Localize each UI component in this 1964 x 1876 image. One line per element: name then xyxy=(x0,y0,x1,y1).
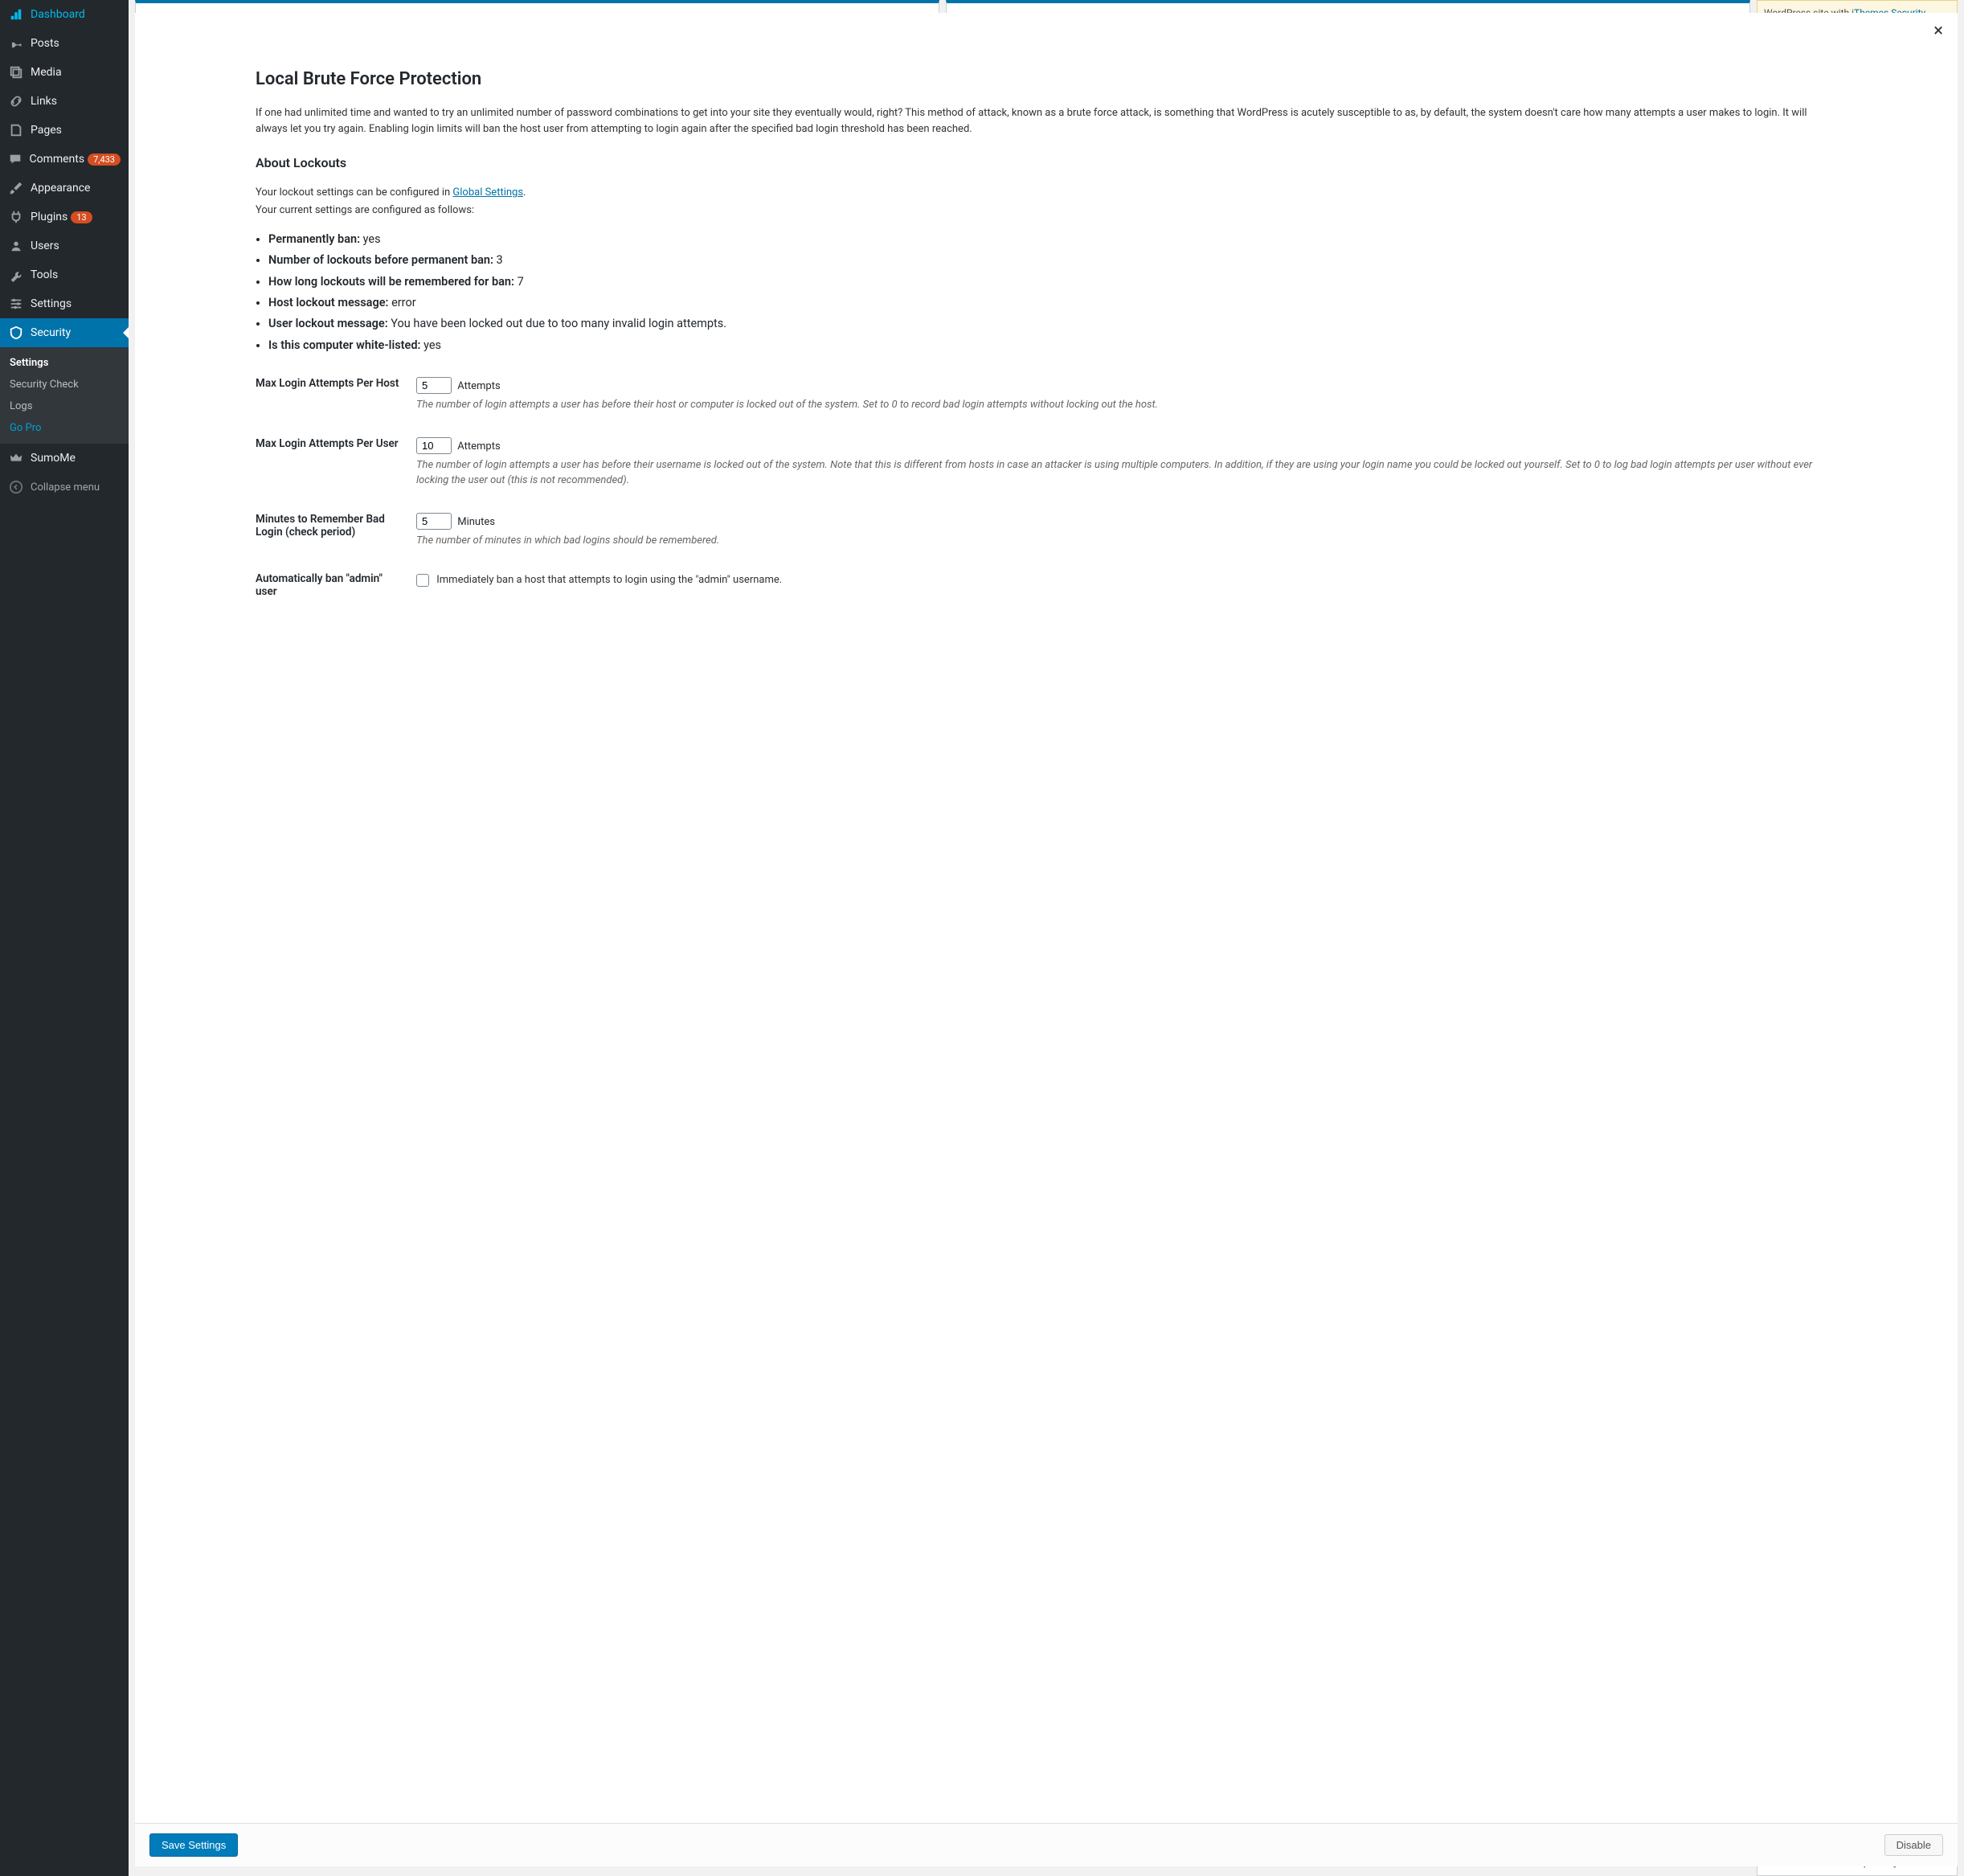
list-item: Host lockout message: error xyxy=(268,294,1829,312)
sidebar-item-label: Comments xyxy=(29,153,84,166)
lockout-summary-list: Permanently ban: yes Number of lockouts … xyxy=(268,231,1829,355)
collapse-icon xyxy=(8,479,24,495)
list-item: How long lockouts will be remembered for… xyxy=(268,273,1829,291)
modal-close-button[interactable]: × xyxy=(1927,18,1950,45)
list-item: Permanently ban: yes xyxy=(268,231,1829,248)
sidebar-item-label: Users xyxy=(31,240,59,252)
field-ban-admin: Automatically ban "admin" user Immediate… xyxy=(256,572,1829,598)
modal-intro: If one had unlimited time and wanted to … xyxy=(256,105,1829,137)
brush-icon xyxy=(8,180,24,196)
field-max-login-user: Max Login Attempts Per User Attempts The… xyxy=(256,437,1829,489)
field-help: The number of login attempts a user has … xyxy=(416,397,1829,413)
sidebar-item-label: Plugins xyxy=(31,211,68,223)
minutes-input[interactable] xyxy=(416,513,452,530)
sidebar-item-label: Settings xyxy=(31,297,72,310)
sidebar-item-dashboard[interactable]: Dashboard xyxy=(0,0,129,29)
admin-sidebar: Dashboard Posts Media Links Pages Commen… xyxy=(0,0,129,1876)
sidebar-item-label: Dashboard xyxy=(31,8,85,21)
field-help: The number of login attempts a user has … xyxy=(416,457,1829,489)
ban-admin-cb-label[interactable]: Immediately ban a host that attempts to … xyxy=(416,574,782,586)
modal-footer: Save Settings Disable xyxy=(135,1823,1958,1866)
sidebar-item-label: Links xyxy=(31,95,57,108)
comments-icon xyxy=(8,151,23,167)
disable-button[interactable]: Disable xyxy=(1884,1834,1943,1856)
users-icon xyxy=(8,238,24,254)
global-settings-link[interactable]: Global Settings xyxy=(452,186,523,199)
crown-icon xyxy=(8,450,24,466)
about-lockouts-heading: About Lockouts xyxy=(256,155,1829,170)
field-label: Minutes to Remember Bad Login (check per… xyxy=(256,513,416,549)
ban-admin-checkbox[interactable] xyxy=(416,574,429,587)
dashboard-icon xyxy=(8,6,24,23)
sidebar-item-label: Tools xyxy=(31,268,58,281)
sidebar-item-media[interactable]: Media xyxy=(0,58,129,87)
close-icon: × xyxy=(1933,21,1943,41)
sidebar-item-label: Posts xyxy=(31,37,59,50)
sidebar-item-users[interactable]: Users xyxy=(0,231,129,260)
unit-label: Attempts xyxy=(457,440,500,453)
submenu-logs[interactable]: Logs xyxy=(0,395,129,417)
field-minutes-remember: Minutes to Remember Bad Login (check per… xyxy=(256,513,1829,549)
list-item: Number of lockouts before permanent ban:… xyxy=(268,252,1829,269)
collapse-menu-button[interactable]: Collapse menu xyxy=(0,473,129,502)
sidebar-item-links[interactable]: Links xyxy=(0,87,129,116)
plug-icon xyxy=(8,209,24,225)
sidebar-item-plugins[interactable]: Plugins 13 xyxy=(0,203,129,231)
plugins-count-badge: 13 xyxy=(71,211,92,223)
about-line-2: Your current settings are configured as … xyxy=(256,203,1829,219)
content-area: Security Check Global Settings WordPress… xyxy=(129,0,1964,1876)
settings-modal: × Local Brute Force Protection If one ha… xyxy=(135,13,1958,1866)
sidebar-item-label: SumoMe xyxy=(31,452,76,465)
modal-body: Local Brute Force Protection If one had … xyxy=(135,13,1958,1823)
field-label: Automatically ban "admin" user xyxy=(256,572,416,598)
sidebar-item-pages[interactable]: Pages xyxy=(0,116,129,145)
sidebar-item-label: Appearance xyxy=(31,182,90,195)
submenu-security-check[interactable]: Security Check xyxy=(0,374,129,395)
modal-title: Local Brute Force Protection xyxy=(256,69,1829,89)
sidebar-item-tools[interactable]: Tools xyxy=(0,260,129,289)
field-label: Max Login Attempts Per Host xyxy=(256,377,416,413)
unit-label: Minutes xyxy=(457,516,495,528)
security-submenu: Settings Security Check Logs Go Pro xyxy=(0,347,129,444)
wrench-icon xyxy=(8,267,24,283)
sidebar-item-settings[interactable]: Settings xyxy=(0,289,129,318)
checkbox-text: Immediately ban a host that attempts to … xyxy=(436,574,782,586)
list-item: Is this computer white-listed: yes xyxy=(268,337,1829,354)
field-label: Max Login Attempts Per User xyxy=(256,437,416,489)
save-settings-button[interactable]: Save Settings xyxy=(149,1833,238,1857)
pages-icon xyxy=(8,122,24,138)
unit-label: Attempts xyxy=(457,380,500,392)
about-line-1: Your lockout settings can be configured … xyxy=(256,185,1829,201)
max-host-input[interactable] xyxy=(416,377,452,394)
sliders-icon xyxy=(8,296,24,312)
sidebar-item-comments[interactable]: Comments 7,433 xyxy=(0,145,129,174)
sidebar-item-label: Pages xyxy=(31,124,62,137)
submenu-settings[interactable]: Settings xyxy=(0,352,129,374)
shield-icon xyxy=(8,325,24,341)
max-user-input[interactable] xyxy=(416,437,452,454)
media-icon xyxy=(8,64,24,80)
pin-icon xyxy=(8,35,24,51)
sidebar-item-security[interactable]: Security xyxy=(0,318,129,347)
collapse-label: Collapse menu xyxy=(31,481,100,494)
submenu-go-pro[interactable]: Go Pro xyxy=(0,417,129,439)
field-max-login-host: Max Login Attempts Per Host Attempts The… xyxy=(256,377,1829,413)
comments-count-badge: 7,433 xyxy=(88,154,121,166)
sidebar-item-appearance[interactable]: Appearance xyxy=(0,174,129,203)
sidebar-item-label: Media xyxy=(31,66,62,79)
list-item: User lockout message: You have been lock… xyxy=(268,315,1829,333)
link-icon xyxy=(8,93,24,109)
sidebar-item-sumome[interactable]: SumoMe xyxy=(0,444,129,473)
field-help: The number of minutes in which bad login… xyxy=(416,533,1829,549)
sidebar-item-posts[interactable]: Posts xyxy=(0,29,129,58)
sidebar-item-label: Security xyxy=(31,326,71,339)
